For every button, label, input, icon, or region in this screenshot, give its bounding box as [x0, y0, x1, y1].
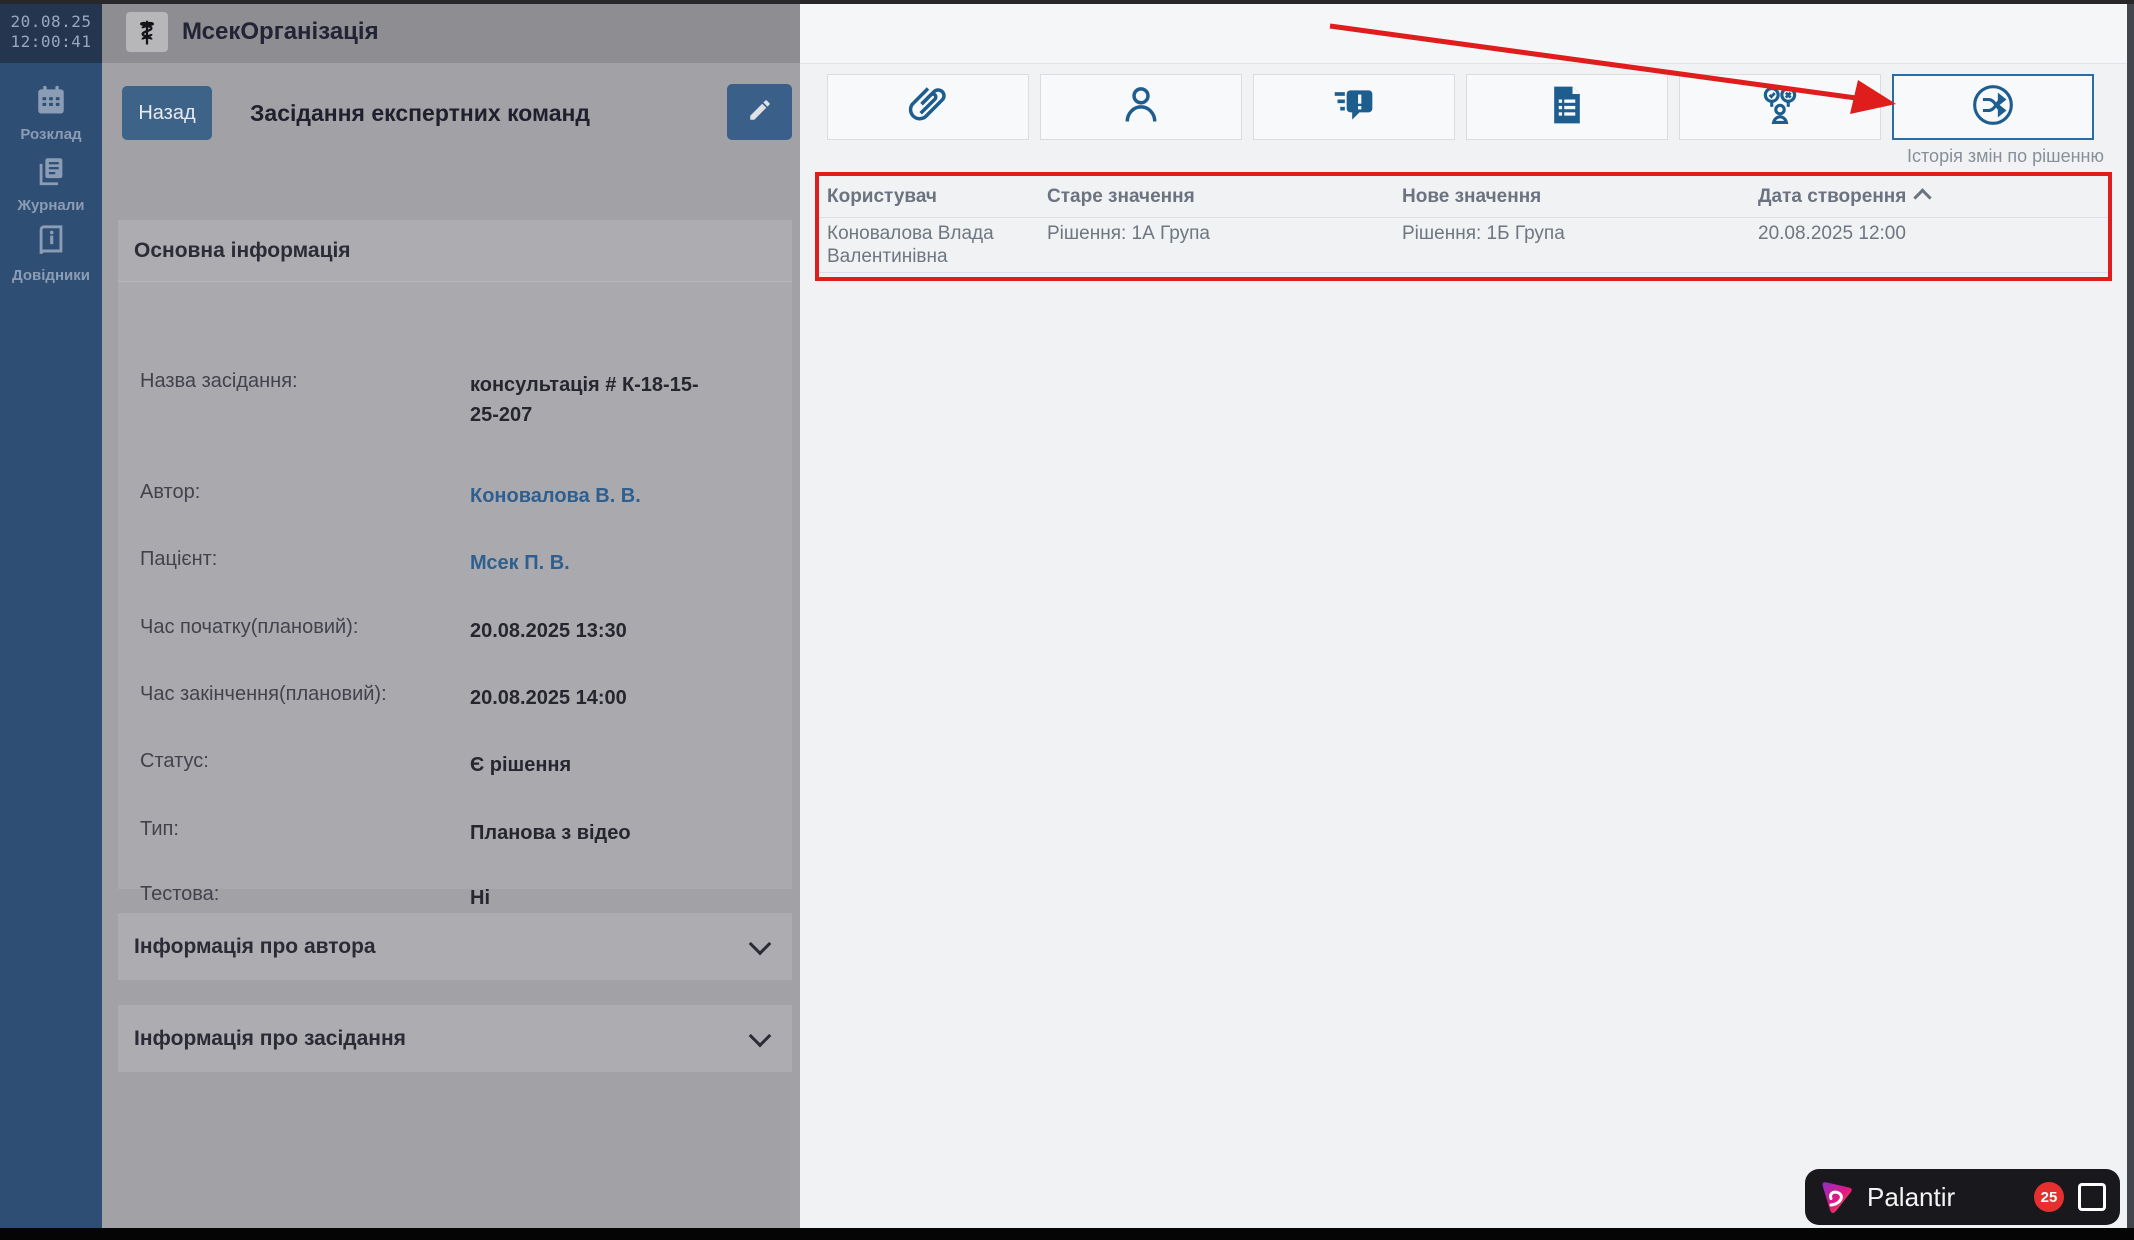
field-label: Пацієнт: — [140, 548, 218, 570]
sidebar: 20.08.25 12:00:41 Розклад Журнали Довідн… — [0, 0, 102, 1228]
field-value: консультація # К-18-15-25-207 — [470, 374, 699, 426]
palantir-widget[interactable]: Palantir 25 — [1805, 1169, 2120, 1225]
tab-patient[interactable] — [1040, 74, 1242, 140]
field-label: Час закінчення(плановий): — [140, 683, 387, 705]
field-status: Статус: Є рішення — [140, 750, 780, 780]
status-value: Є рішення — [470, 754, 572, 776]
cell-user: Коновалова Влада Валентинівна — [827, 223, 994, 267]
palantir-badge: 25 — [2034, 1182, 2064, 1212]
people-decision-icon — [1758, 83, 1802, 132]
clock-date: 20.08.25 — [10, 11, 92, 31]
field-label: Статус: — [140, 750, 209, 772]
tab-comments[interactable] — [1253, 74, 1455, 140]
field-label: Автор: — [140, 481, 201, 503]
section-header-main-info[interactable]: Основна інформація — [118, 220, 792, 282]
collapsible-meeting-info[interactable]: Інформація про засідання — [118, 1005, 792, 1072]
field-start-time: Час початку(плановий): 20.08.2025 13:30 — [140, 616, 780, 646]
field-label: Назва засідання: — [140, 370, 298, 392]
table-header-divider — [819, 217, 2111, 218]
shuffle-icon — [1971, 83, 2015, 132]
pencil-icon — [747, 97, 773, 128]
sidebar-item-references[interactable]: Довідники — [0, 224, 102, 284]
app-header: МсекОрганізація — [102, 0, 800, 63]
window-top-border — [0, 0, 2134, 4]
cell-old-value: Рішення: 1А Група — [1047, 223, 1210, 244]
app-window: 20.08.25 12:00:41 Розклад Журнали Довідн… — [0, 0, 2134, 1240]
clock-time: 12:00:41 — [10, 31, 92, 51]
main-info-card: Назва засідання: консультація # К-18-15-… — [118, 282, 792, 909]
sidebar-item-journals[interactable]: Журнали — [0, 154, 102, 214]
field-type: Тип: Планова з відео — [140, 818, 780, 848]
calendar-icon — [34, 83, 68, 122]
paperclip-icon — [906, 83, 950, 132]
reference-book-icon — [34, 224, 68, 263]
chevron-down-icon — [748, 932, 772, 955]
field-meeting-name: Назва засідання: консультація # К-18-15-… — [140, 370, 780, 430]
palantir-label: Palantir — [1867, 1181, 1956, 1212]
topbar — [800, 0, 2134, 64]
table-row-divider — [819, 272, 2111, 273]
tab-documents[interactable] — [1466, 74, 1668, 140]
sidebar-item-label: Журнали — [17, 197, 85, 214]
author-link[interactable]: Коновалова В. В. — [470, 481, 700, 511]
sidebar-item-schedule[interactable]: Розклад — [0, 83, 102, 143]
field-value: Планова з відео — [470, 822, 631, 844]
meeting-details-panel: Назад Засідання експертних команд Основн… — [102, 63, 800, 1228]
field-patient: Пацієнт: Мсек П. В. — [140, 548, 780, 578]
app-title: МсекОрганізація — [182, 17, 379, 45]
field-end-time: Час закінчення(плановий): 20.08.2025 14:… — [140, 683, 780, 713]
collapsible-label: Інформація про засідання — [134, 1026, 406, 1050]
person-icon — [1119, 83, 1163, 132]
collapsible-author-info[interactable]: Інформація про автора — [118, 913, 792, 980]
sidebar-item-label: Довідники — [12, 267, 90, 284]
window-right-edge — [2127, 0, 2134, 1228]
column-header-user[interactable]: Користувач — [827, 186, 1037, 208]
palantir-logo-icon — [1817, 1178, 1855, 1216]
cell-created-date: 20.08.2025 12:00 — [1758, 223, 1906, 244]
tab-decision-history[interactable] — [1892, 74, 2094, 140]
tab-attachments[interactable] — [827, 74, 1029, 140]
document-list-icon — [1545, 83, 1589, 132]
field-author: Автор: Коновалова В. В. — [140, 481, 780, 511]
column-header-created-date[interactable]: Дата створення — [1758, 186, 2088, 208]
field-label: Тестова: — [140, 883, 220, 905]
field-value: 20.08.2025 13:30 — [470, 620, 627, 642]
patient-link[interactable]: Мсек П. В. — [470, 548, 700, 578]
field-test-flag: Тестова: Ні — [140, 883, 780, 913]
journals-icon — [34, 154, 68, 193]
tab-expert-votes[interactable] — [1679, 74, 1881, 140]
edit-button[interactable] — [727, 84, 792, 140]
sidebar-clock: 20.08.25 12:00:41 — [0, 0, 102, 63]
window-bottom-bar — [0, 1228, 2134, 1240]
field-label: Тип: — [140, 818, 179, 840]
column-header-old-value[interactable]: Старе значення — [1047, 186, 1387, 208]
cell-new-value: Рішення: 1Б Група — [1402, 223, 1565, 244]
palantir-window-icon[interactable] — [2078, 1183, 2106, 1211]
collapsible-label: Інформація про автора — [134, 934, 376, 958]
field-value: Ні — [470, 887, 490, 909]
caduceus-logo-icon — [126, 11, 168, 52]
field-value: 20.08.2025 14:00 — [470, 687, 627, 709]
sort-ascending-icon — [1913, 188, 1933, 207]
back-button[interactable]: Назад — [122, 86, 212, 140]
column-header-label: Дата створення — [1758, 186, 1907, 207]
sidebar-item-label: Розклад — [20, 126, 82, 143]
section-header-label: Основна інформація — [134, 238, 351, 262]
field-label: Час початку(плановий): — [140, 616, 359, 638]
page-title: Засідання експертних команд — [250, 99, 591, 126]
chevron-down-icon — [748, 1024, 772, 1047]
column-header-new-value[interactable]: Нове значення — [1402, 186, 1742, 208]
active-tab-tooltip: Історія змін по рішенню — [1907, 146, 2104, 166]
chat-alert-icon — [1332, 83, 1376, 132]
